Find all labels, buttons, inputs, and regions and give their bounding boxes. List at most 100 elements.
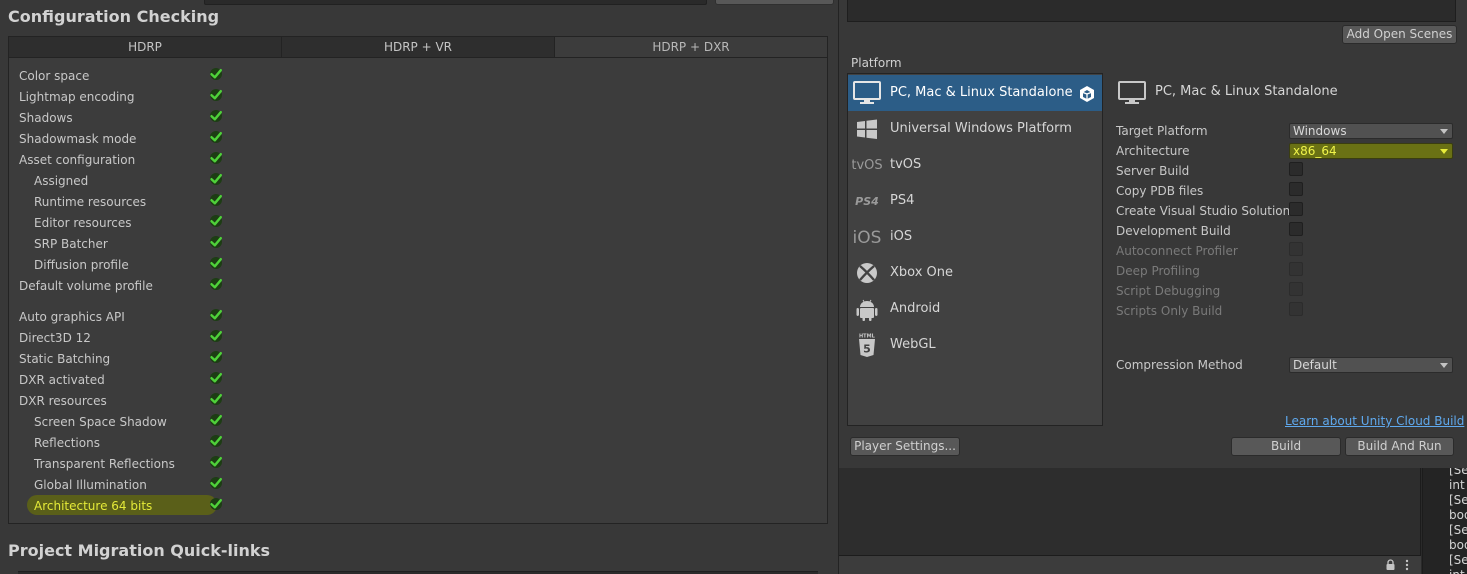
check-row: Shadowmask mode: [19, 130, 222, 148]
platform-item[interactable]: tvOS tvOS: [848, 147, 1102, 183]
check-row: Direct3D 12: [19, 329, 222, 347]
code-line: [Se: [1449, 523, 1467, 537]
player-settings-button[interactable]: Player Settings...: [850, 437, 960, 456]
check-row: Lightmap encoding: [19, 88, 222, 106]
tab-hdrp[interactable]: HDRP: [9, 37, 282, 57]
platform-name: PC, Mac & Linux Standalone: [890, 85, 1073, 100]
build-option-checkbox[interactable]: [1289, 182, 1303, 196]
top-button[interactable]: [715, 0, 834, 5]
platform-name: PS4: [890, 193, 915, 208]
check-label: Reflections: [34, 436, 100, 450]
configuration-checking-box: HDRP HDRP + VR HDRP + DXR Color space Lig…: [8, 36, 828, 524]
check-label: Editor resources: [34, 216, 132, 230]
platform-item[interactable]: Xbox One: [848, 255, 1102, 291]
lock-icon[interactable]: [1385, 559, 1396, 571]
tab-hdrp-vr[interactable]: HDRP + VR: [282, 37, 555, 57]
check-row: Reflections: [19, 434, 222, 452]
monitor-icon: [1118, 81, 1146, 104]
check-icon: [210, 236, 222, 248]
build-and-run-button[interactable]: Build And Run: [1345, 437, 1454, 456]
check-icon: [210, 110, 222, 122]
learn-cloud-build-link[interactable]: Learn about Unity Cloud Build: [1285, 414, 1464, 428]
check-label: Assigned: [34, 174, 89, 188]
check-icon: [210, 131, 222, 143]
ps4-logo-icon: PS4: [855, 195, 879, 208]
svg-text:HTML: HTML: [859, 334, 876, 340]
svg-text:5: 5: [863, 343, 871, 356]
check-row: Transparent Reflections: [19, 455, 222, 473]
architecture-dropdown[interactable]: x86_64: [1289, 143, 1453, 159]
hdrp-wizard-panel: Configuration Checking HDRP HDRP + VR HD…: [0, 0, 838, 574]
add-open-scenes-button[interactable]: Add Open Scenes: [1342, 25, 1457, 44]
code-line: [Se: [1449, 553, 1467, 567]
build-option-label: Copy PDB files: [1116, 184, 1204, 198]
code-line: int: [1449, 568, 1465, 574]
check-row: Asset configuration: [19, 151, 222, 169]
check-label: SRP Batcher: [34, 237, 108, 251]
project-migration-title: Project Migration Quick-links: [8, 541, 271, 560]
check-label: Transparent Reflections: [34, 457, 175, 471]
check-icon: [210, 215, 222, 227]
target-platform-label: Target Platform: [1116, 124, 1208, 138]
check-icon: [210, 393, 222, 405]
platform-item[interactable]: PS4 PS4: [848, 183, 1102, 219]
target-platform-value: Windows: [1293, 124, 1347, 138]
build-button[interactable]: Build: [1231, 437, 1341, 456]
check-icon: [210, 351, 222, 363]
platform-item[interactable]: HTML 5 WebGL: [848, 327, 1102, 363]
check-row: Diffusion profile: [19, 256, 222, 274]
check-label: Shadowmask mode: [19, 132, 137, 146]
compression-method-dropdown[interactable]: Default: [1289, 357, 1453, 373]
html5-logo-icon: HTML 5: [859, 334, 876, 357]
target-platform-dropdown[interactable]: Windows: [1289, 123, 1453, 139]
check-icon: [210, 309, 222, 321]
check-row: DXR activated: [19, 371, 222, 389]
android-logo-icon: [856, 299, 878, 321]
code-line: int: [1449, 478, 1465, 492]
check-label: Static Batching: [19, 352, 111, 366]
check-row: Screen Space Shadow: [19, 413, 222, 431]
chevron-down-icon: [1440, 149, 1448, 154]
check-row: Architecture 64 bits: [19, 497, 222, 515]
code-line: [Se: [1449, 493, 1467, 507]
platform-name: iOS: [890, 229, 913, 244]
svg-text:iOS: iOS: [853, 228, 882, 248]
build-option-label: Scripts Only Build: [1116, 304, 1223, 318]
top-text-field[interactable]: [204, 0, 707, 5]
build-option-label: Server Build: [1116, 164, 1190, 178]
configuration-checking-title: Configuration Checking: [8, 7, 220, 26]
tab-hdrp-dxr[interactable]: HDRP + DXR: [555, 37, 827, 57]
monitor-icon: [853, 81, 881, 104]
check-icon: [210, 194, 222, 206]
check-icon: [210, 257, 222, 269]
build-option-checkbox[interactable]: [1289, 222, 1303, 236]
check-icon: [210, 173, 222, 185]
platform-item[interactable]: Universal Windows Platform: [848, 111, 1102, 147]
check-label: Global Illumination: [34, 478, 147, 492]
scenes-in-build-list[interactable]: [847, 0, 1456, 22]
build-option-checkbox: [1289, 302, 1303, 316]
platform-item[interactable]: iOS iOS: [848, 219, 1102, 255]
check-label: Diffusion profile: [34, 258, 129, 272]
platform-label: Platform: [851, 56, 902, 70]
build-option-checkbox: [1289, 242, 1303, 256]
build-option-checkbox: [1289, 262, 1303, 276]
check-label: Screen Space Shadow: [34, 415, 167, 429]
build-option-checkbox[interactable]: [1289, 162, 1303, 176]
check-row: Editor resources: [19, 214, 222, 232]
ios-logo-icon: iOS: [853, 228, 882, 248]
check-label: Lightmap encoding: [19, 90, 135, 104]
check-label: DXR activated: [19, 373, 105, 387]
unity-logo-icon: [1080, 86, 1094, 102]
platform-item[interactable]: PC, Mac & Linux Standalone: [848, 75, 1102, 111]
config-tabs: HDRP HDRP + VR HDRP + DXR: [9, 37, 827, 58]
platform-name: tvOS: [890, 157, 922, 172]
platform-item[interactable]: Android: [848, 291, 1102, 327]
empty-panel: [839, 468, 1421, 555]
kebab-menu-icon[interactable]: [1405, 559, 1409, 571]
platform-list: PC, Mac & Linux Standalone Universal Wind…: [847, 73, 1103, 426]
svg-text:PS4: PS4: [855, 195, 879, 208]
check-icon: [210, 477, 222, 489]
build-option-checkbox[interactable]: [1289, 202, 1303, 216]
platform-name: Universal Windows Platform: [890, 121, 1072, 136]
